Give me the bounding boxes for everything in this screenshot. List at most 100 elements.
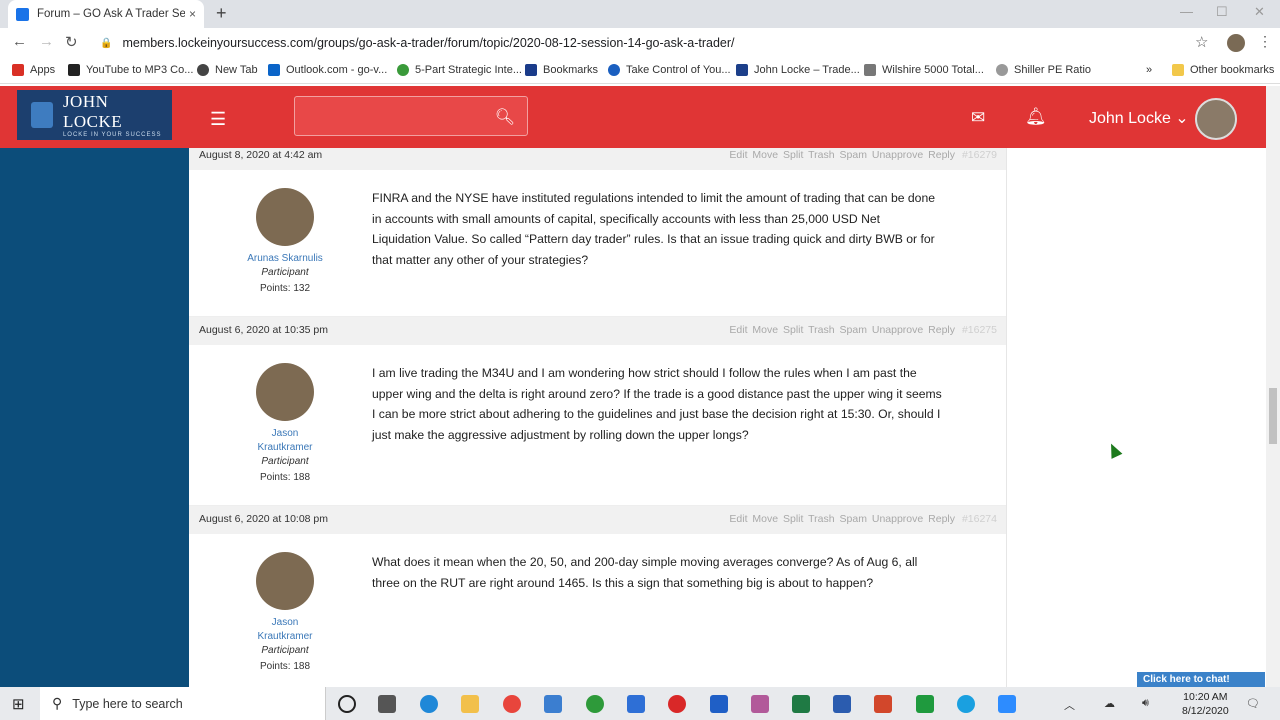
- author-avatar[interactable]: [256, 552, 314, 610]
- minimize-icon[interactable]: —: [1180, 4, 1193, 19]
- chart-icon: [864, 64, 876, 76]
- reply-id[interactable]: #16279: [962, 149, 997, 161]
- john-locke-icon: [736, 64, 748, 76]
- apps-grid-icon: [12, 64, 24, 76]
- user-name: John Locke: [1089, 110, 1171, 127]
- tray-chevron-icon[interactable]: ︿: [1064, 697, 1075, 713]
- todo-icon[interactable]: [627, 695, 645, 713]
- bookmark-strategic[interactable]: 5-Part Strategic Inte...: [397, 64, 522, 76]
- reply-id[interactable]: #16274: [962, 513, 997, 525]
- bookmark-shiller[interactable]: Shiller PE Ratio: [996, 64, 1091, 76]
- app-icon[interactable]: [544, 695, 562, 713]
- bookmark-bookmarks[interactable]: Bookmarks: [525, 64, 598, 76]
- outlook-icon: [268, 64, 280, 76]
- notifications-bell-icon[interactable]: 🔔︎: [1025, 107, 1047, 127]
- bookmark-other[interactable]: Other bookmarks: [1172, 64, 1274, 76]
- volume-icon[interactable]: 🔊︎: [1142, 697, 1149, 710]
- reply-date: August 6, 2020 at 10:35 pm: [199, 324, 329, 336]
- reply-actions[interactable]: Edit Move Split Trash Spam Unapprove Rep…: [729, 149, 955, 161]
- author-name[interactable]: Jason Krautkramer: [244, 616, 326, 644]
- reply-date: August 8, 2020 at 4:42 am: [199, 149, 323, 161]
- file-explorer-icon[interactable]: [461, 695, 479, 713]
- task-view-icon[interactable]: [378, 695, 396, 713]
- bookmark-outlook[interactable]: Outlook.com - go-v...: [268, 64, 387, 76]
- bookmark-take-control[interactable]: Take Control of You...: [608, 64, 731, 76]
- cortana-icon[interactable]: [338, 695, 356, 713]
- back-icon[interactable]: ←: [12, 33, 27, 50]
- skype-icon[interactable]: [957, 695, 975, 713]
- forward-icon[interactable]: →: [39, 33, 54, 50]
- strategic-icon: [397, 64, 409, 76]
- bookmarks-bar: Apps YouTube to MP3 Co... New Tab Outloo…: [0, 58, 1280, 84]
- messages-envelope-icon[interactable]: ✉: [971, 108, 985, 128]
- word-icon[interactable]: [833, 695, 851, 713]
- content-column-divider: [1006, 148, 1007, 687]
- author-role: Participant: [261, 456, 309, 467]
- forum-replies: August 8, 2020 at 4:42 am Edit Move Spli…: [189, 148, 1266, 687]
- site-header: JOHN LOCKE LOCKE IN YOUR SUCCESS ☰ 🔍︎ ✉ …: [0, 86, 1266, 148]
- bookmark-new-tab[interactable]: New Tab: [197, 64, 258, 76]
- site-search-input[interactable]: 🔍︎: [294, 96, 528, 136]
- bookmark-wilshire[interactable]: Wilshire 5000 Total...: [864, 64, 984, 76]
- clock-time: 10:20 AM: [1183, 691, 1228, 703]
- reply-header: August 6, 2020 at 10:08 pm Edit Move Spl…: [189, 506, 1007, 534]
- reply-actions[interactable]: Edit Move Split Trash Spam Unapprove Rep…: [729, 324, 955, 336]
- edge-icon[interactable]: [420, 695, 438, 713]
- logo-name: JOHN LOCKE: [62, 92, 123, 131]
- author-avatar[interactable]: [256, 188, 314, 246]
- menu-kebab-icon[interactable]: ⋮: [1258, 33, 1272, 50]
- chat-button[interactable]: Click here to chat!: [1137, 672, 1265, 687]
- author-role: Participant: [261, 645, 309, 656]
- new-tab-icon[interactable]: +: [216, 3, 227, 24]
- browser-tab-active[interactable]: Forum – GO Ask A Trader Session ×: [8, 0, 204, 28]
- app-green-icon[interactable]: [586, 695, 604, 713]
- author-name[interactable]: Arunas Skarnulis: [244, 252, 326, 266]
- bookmark-apps[interactable]: Apps: [12, 64, 55, 76]
- page-scrollbar[interactable]: [1266, 86, 1280, 687]
- logo-tagline: LOCKE IN YOUR SUCCESS: [62, 132, 162, 138]
- media-icon[interactable]: [710, 695, 728, 713]
- reply-id[interactable]: #16275: [962, 324, 997, 336]
- profile-avatar-icon[interactable]: [1227, 34, 1245, 52]
- windows-start-icon[interactable]: ⊞: [12, 695, 25, 713]
- reply-author: Arunas Skarnulis Participant Points: 132: [244, 188, 326, 296]
- tab-close-icon[interactable]: ×: [189, 7, 196, 21]
- app-icon-2[interactable]: [916, 695, 934, 713]
- excel-icon[interactable]: [792, 695, 810, 713]
- bookmark-john-locke[interactable]: John Locke – Trade...: [736, 64, 860, 76]
- reply-content: I am live trading the M34U and I am wond…: [372, 366, 942, 442]
- author-name[interactable]: Jason Krautkramer: [244, 427, 326, 455]
- user-menu[interactable]: John Locke ⌄: [1089, 108, 1189, 128]
- globe-icon: [197, 64, 209, 76]
- reload-icon[interactable]: ↻: [65, 33, 78, 51]
- user-avatar[interactable]: [1195, 98, 1237, 140]
- reply-actions[interactable]: Edit Move Split Trash Spam Unapprove Rep…: [729, 513, 955, 525]
- site-favicon-icon: [16, 7, 29, 21]
- window-close-icon[interactable]: ✕: [1254, 4, 1265, 20]
- address-bar[interactable]: 🔒 members.lockeinyoursuccess.com/groups/…: [92, 31, 1220, 55]
- opera-icon[interactable]: [668, 695, 686, 713]
- teams-icon[interactable]: [751, 695, 769, 713]
- chrome-icon[interactable]: [503, 695, 521, 713]
- onedrive-icon[interactable]: ☁: [1104, 697, 1115, 710]
- hamburger-menu-icon[interactable]: ☰: [210, 109, 226, 130]
- maximize-icon[interactable]: ☐: [1216, 4, 1228, 20]
- powerpoint-icon[interactable]: [874, 695, 892, 713]
- search-icon[interactable]: 🔍︎: [495, 107, 515, 127]
- taskbar-search[interactable]: ⚲ Type here to search: [40, 687, 326, 720]
- taskbar-search-placeholder: Type here to search: [72, 696, 183, 711]
- bookmark-star-icon[interactable]: ☆: [1195, 33, 1208, 51]
- site-logo[interactable]: JOHN LOCKE LOCKE IN YOUR SUCCESS: [17, 90, 172, 140]
- folder-icon: [1172, 64, 1184, 76]
- lock-logo-icon: [31, 102, 53, 128]
- reply-header: August 8, 2020 at 4:42 am Edit Move Spli…: [189, 148, 1007, 170]
- browser-toolbar: ← → ↻ 🔒 members.lockeinyoursuccess.com/g…: [0, 28, 1280, 58]
- taskbar-clock[interactable]: 10:20 AM 8/12/2020: [1182, 690, 1229, 718]
- more-bookmarks-icon[interactable]: »: [1146, 64, 1152, 76]
- notifications-icon[interactable]: 🗨: [1246, 697, 1260, 710]
- author-avatar[interactable]: [256, 363, 314, 421]
- scrollbar-thumb[interactable]: [1269, 388, 1277, 444]
- bookmark-youtube-mp3[interactable]: YouTube to MP3 Co...: [68, 64, 193, 76]
- zoom-icon[interactable]: [998, 695, 1016, 713]
- author-points: Points: 188: [259, 472, 311, 483]
